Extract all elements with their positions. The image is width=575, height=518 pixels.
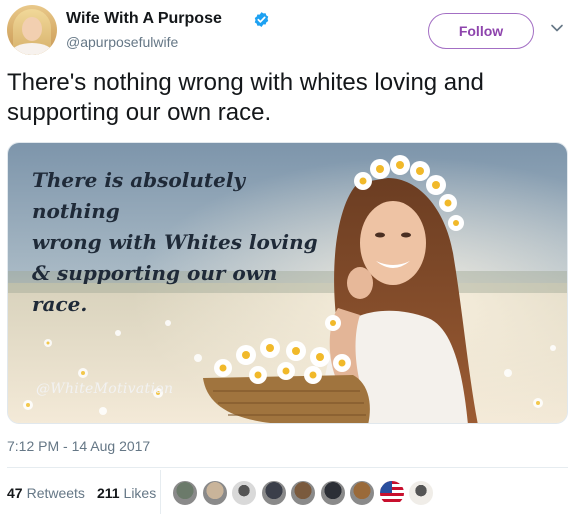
likes-label: Likes — [123, 485, 157, 501]
liker-avatar-9[interactable] — [408, 480, 434, 506]
liker-avatar-4[interactable] — [260, 480, 287, 506]
liker-avatar-2[interactable] — [201, 480, 228, 506]
stats-divider — [160, 470, 161, 514]
verified-badge-icon — [254, 12, 269, 27]
tweet-stats: 47 Retweets 211 Likes — [7, 478, 168, 508]
liker-avatar-8[interactable] — [378, 480, 405, 506]
author-avatar[interactable] — [7, 5, 57, 55]
retweets-label: Retweets — [26, 485, 85, 501]
retweets-count: 47 — [7, 485, 23, 501]
likes-stat[interactable]: 211 Likes — [97, 485, 156, 501]
media-quote-text: There is absolutely nothing wrong with W… — [32, 168, 318, 316]
liker-avatar-6[interactable] — [319, 480, 346, 506]
tweet-text: There's nothing wrong with whites loving… — [7, 69, 484, 126]
tweet-timestamp[interactable]: 7:12 PM - 14 Aug 2017 — [7, 438, 150, 454]
liker-avatar-7[interactable] — [349, 480, 375, 506]
chevron-down-icon[interactable] — [550, 21, 564, 35]
author-name[interactable]: Wife With A Purpose — [66, 10, 222, 28]
liker-avatar-1[interactable] — [172, 480, 198, 506]
liker-avatar-5[interactable] — [290, 480, 316, 506]
liker-avatars — [172, 480, 438, 506]
tweet-media-image[interactable]: There is absolutely nothing wrong with W… — [7, 142, 568, 424]
retweets-stat[interactable]: 47 Retweets — [7, 485, 85, 501]
likes-count: 211 — [96, 485, 120, 501]
liker-avatar-3[interactable] — [231, 480, 257, 506]
divider-top — [7, 467, 568, 468]
media-watermark: @WhiteMotivation — [36, 381, 174, 397]
follow-button[interactable]: Follow — [428, 13, 534, 49]
author-handle[interactable]: @apurposefulwife — [66, 34, 178, 50]
tweet-header: Wife With A Purpose @apurposefulwife Fol… — [7, 5, 568, 57]
